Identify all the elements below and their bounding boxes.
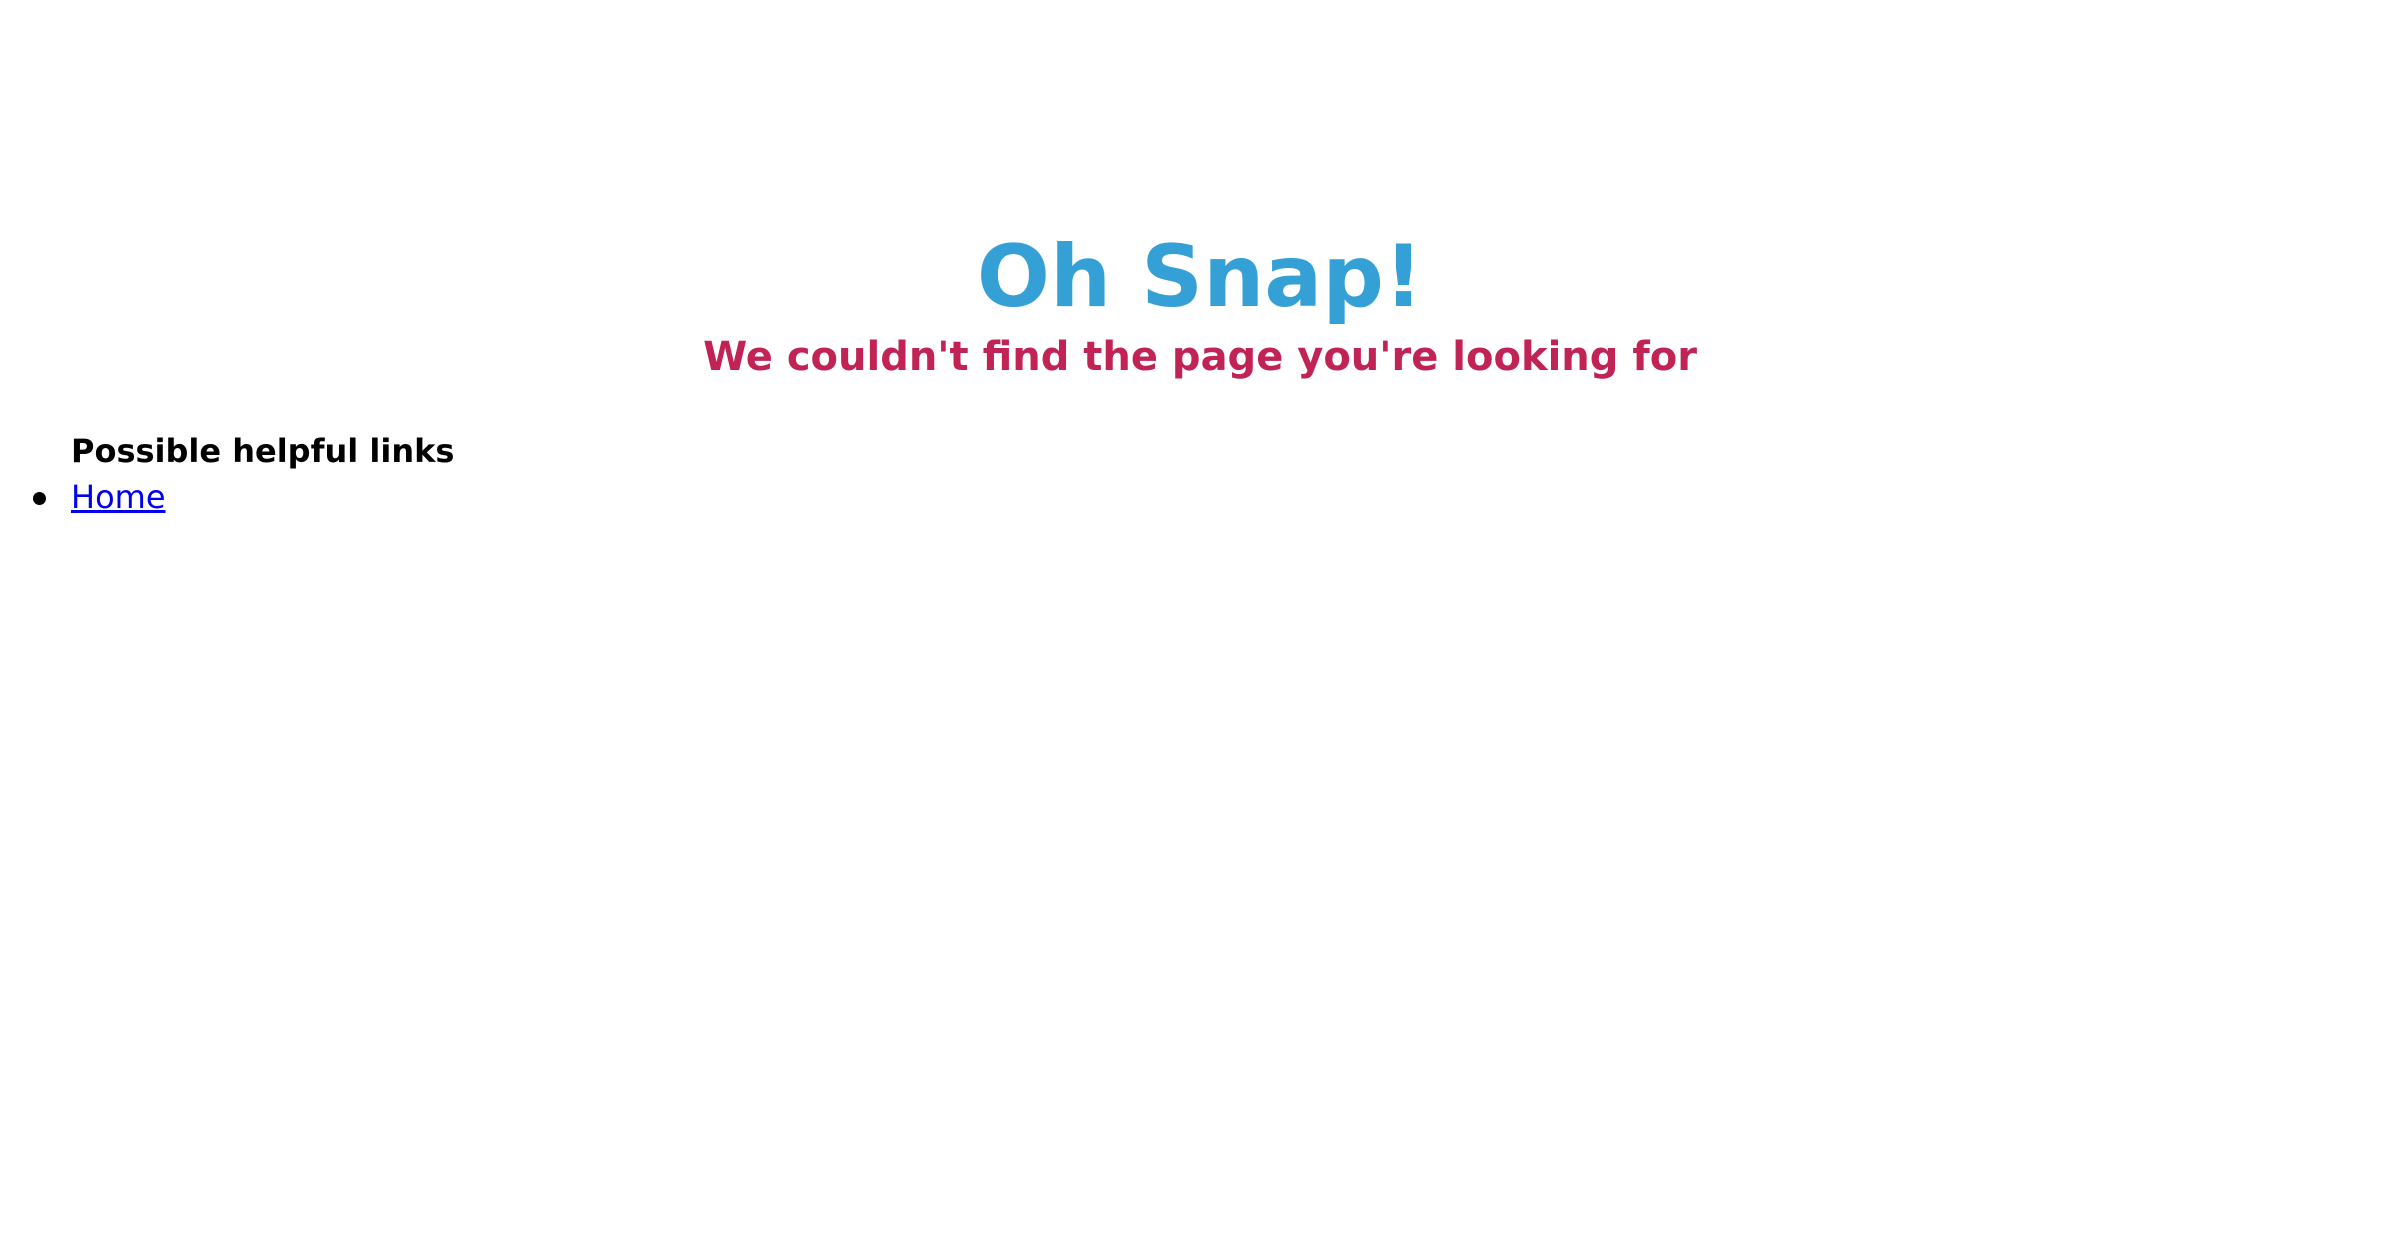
- error-page: Oh Snap! We couldn't find the page you'r…: [0, 0, 2400, 1260]
- error-subtitle: We couldn't find the page you're looking…: [703, 334, 1697, 380]
- error-title: Oh Snap!: [976, 227, 1424, 327]
- bullet-icon: [33, 492, 46, 505]
- home-link[interactable]: Home: [71, 478, 166, 516]
- error-hero: Oh Snap! We couldn't find the page you'r…: [0, 222, 2400, 386]
- helpful-links-section: Possible helpful links Home: [0, 428, 454, 520]
- list-item: Home: [0, 474, 454, 520]
- helpful-links-list: Home: [0, 474, 454, 520]
- helpful-links-heading: Possible helpful links: [71, 432, 455, 470]
